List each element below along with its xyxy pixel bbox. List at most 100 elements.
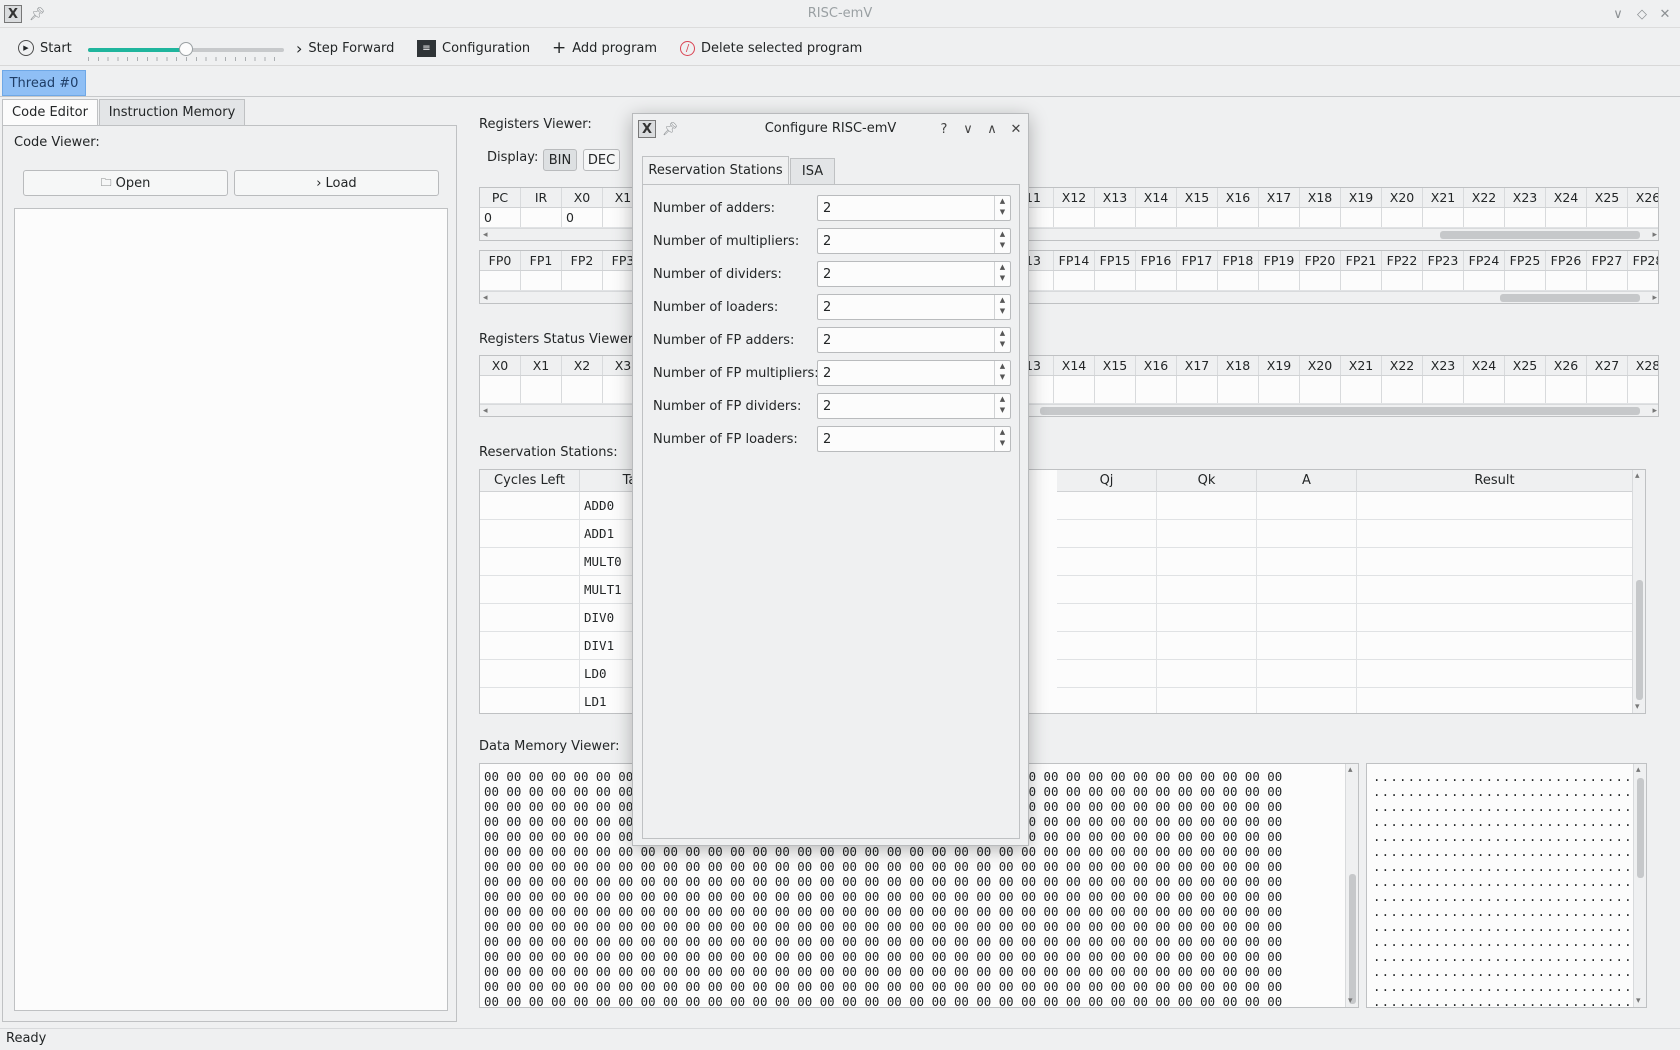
open-button[interactable]: 🗀︎ Open bbox=[23, 170, 228, 196]
display-label: Display: bbox=[487, 150, 539, 165]
spin-arrows-icon[interactable]: ▲ ▼ bbox=[994, 427, 1010, 451]
speed-slider[interactable] bbox=[88, 40, 284, 62]
config-field-label: Number of FP loaders: bbox=[653, 432, 798, 447]
rs-cell bbox=[1057, 548, 1157, 576]
rs-scrollbar[interactable]: ▴ ▾ bbox=[1632, 470, 1645, 713]
rs-cell bbox=[480, 632, 580, 660]
load-button[interactable]: › Load bbox=[234, 170, 439, 196]
config-spinbox[interactable]: 2 ▲ ▼ bbox=[817, 195, 1011, 221]
register-header: FP21 bbox=[1341, 251, 1382, 270]
start-button[interactable]: ▶ Start bbox=[18, 38, 72, 58]
spin-arrows-icon[interactable]: ▲ ▼ bbox=[994, 295, 1010, 319]
register-header: X17 bbox=[1259, 188, 1300, 207]
register-header: X13 bbox=[1095, 188, 1136, 207]
close-icon[interactable]: ✕ bbox=[1656, 5, 1674, 23]
tab-code-editor[interactable]: Code Editor bbox=[2, 99, 98, 125]
maximize-icon[interactable]: ∧ bbox=[983, 120, 1001, 138]
code-viewer-textarea[interactable] bbox=[14, 208, 448, 1011]
register-cell bbox=[521, 271, 562, 290]
config-spinbox[interactable]: 2 ▲ ▼ bbox=[817, 228, 1011, 254]
rs-cell bbox=[1357, 688, 1633, 713]
register-header: X1 bbox=[521, 356, 562, 375]
spin-arrows-icon[interactable]: ▲ ▼ bbox=[994, 262, 1010, 286]
rs-cell bbox=[1057, 632, 1157, 660]
register-cell bbox=[1259, 271, 1300, 290]
register-header: FP2 bbox=[562, 251, 603, 270]
register-header: X26 bbox=[1628, 188, 1658, 207]
col-qj: Qj bbox=[1057, 470, 1157, 492]
register-header: X20 bbox=[1300, 356, 1341, 375]
display-bin-button[interactable]: BIN bbox=[543, 149, 577, 171]
register-cell bbox=[1546, 376, 1587, 403]
register-header: FP28 bbox=[1628, 251, 1658, 270]
data-memory-ascii[interactable]: ................................ .......… bbox=[1366, 763, 1647, 1008]
tab-thread-0[interactable]: Thread #0 bbox=[2, 70, 86, 96]
register-header: FP25 bbox=[1505, 251, 1546, 270]
config-spinbox[interactable]: 2 ▲ ▼ bbox=[817, 327, 1011, 353]
register-header: FP20 bbox=[1300, 251, 1341, 270]
register-header: X15 bbox=[1177, 188, 1218, 207]
slider-handle[interactable] bbox=[179, 42, 193, 56]
delete-icon: / bbox=[680, 40, 695, 56]
config-field-row: Number of FP loaders: 2 ▲ ▼ bbox=[653, 426, 1015, 454]
spin-arrows-icon[interactable]: ▲ ▼ bbox=[994, 328, 1010, 352]
spin-arrows-icon[interactable]: ▲ ▼ bbox=[994, 394, 1010, 418]
config-spinbox[interactable]: 2 ▲ ▼ bbox=[817, 360, 1011, 386]
register-cell bbox=[1136, 271, 1177, 290]
register-header: X21 bbox=[1423, 188, 1464, 207]
config-spinbox-value: 2 bbox=[823, 333, 832, 348]
toolbar: ▶ Start › Step Forward ≡ Configuration +… bbox=[0, 30, 1680, 66]
register-header: X0 bbox=[480, 356, 521, 375]
register-cell bbox=[1095, 208, 1136, 227]
config-field-label: Number of FP multipliers: bbox=[653, 366, 819, 381]
register-header: FP22 bbox=[1382, 251, 1423, 270]
register-header: X22 bbox=[1382, 356, 1423, 375]
tab-instruction-memory[interactable]: Instruction Memory bbox=[99, 99, 245, 125]
registers-status-label: Registers Status Viewer: bbox=[479, 332, 638, 347]
col-qk: Qk bbox=[1157, 470, 1257, 492]
register-cell bbox=[1382, 208, 1423, 227]
status-bar: Ready bbox=[0, 1028, 1680, 1050]
minimize-icon[interactable]: ∨ bbox=[959, 120, 977, 138]
col-cycles-left: Cycles Left bbox=[480, 470, 580, 492]
display-dec-button[interactable]: DEC bbox=[583, 149, 620, 171]
register-header: X27 bbox=[1587, 356, 1628, 375]
register-cell bbox=[1587, 271, 1628, 290]
config-spinbox[interactable]: 2 ▲ ▼ bbox=[817, 261, 1011, 287]
rs-cell bbox=[1057, 688, 1157, 713]
register-header: FP1 bbox=[521, 251, 562, 270]
rs-cell bbox=[1257, 688, 1357, 713]
config-spinbox[interactable]: 2 ▲ ▼ bbox=[817, 426, 1011, 452]
tab-isa[interactable]: ISA bbox=[790, 158, 835, 184]
spin-arrows-icon[interactable]: ▲ ▼ bbox=[994, 361, 1010, 385]
register-header: FP23 bbox=[1423, 251, 1464, 270]
configuration-button[interactable]: ≡ Configuration bbox=[417, 38, 530, 58]
register-cell bbox=[1382, 271, 1423, 290]
register-cell bbox=[1341, 208, 1382, 227]
close-icon[interactable]: ✕ bbox=[1007, 120, 1025, 138]
step-forward-button[interactable]: › Step Forward bbox=[296, 38, 394, 58]
rs-cell bbox=[1357, 632, 1633, 660]
register-header: X22 bbox=[1464, 188, 1505, 207]
register-cell bbox=[1095, 376, 1136, 403]
help-icon[interactable]: ? bbox=[935, 120, 953, 138]
register-cell bbox=[1423, 376, 1464, 403]
spin-arrows-icon[interactable]: ▲ ▼ bbox=[994, 229, 1010, 253]
load-label: Load bbox=[325, 175, 357, 191]
config-spinbox[interactable]: 2 ▲ ▼ bbox=[817, 294, 1011, 320]
config-field-label: Number of adders: bbox=[653, 201, 775, 216]
register-cell bbox=[1054, 271, 1095, 290]
register-cell bbox=[1218, 271, 1259, 290]
config-spinbox[interactable]: 2 ▲ ▼ bbox=[817, 393, 1011, 419]
maximize-icon[interactable]: ◇ bbox=[1633, 5, 1651, 23]
minimize-icon[interactable]: ∨ bbox=[1609, 5, 1627, 23]
rs-cell bbox=[480, 548, 580, 576]
tab-reservation-stations[interactable]: Reservation Stations bbox=[642, 156, 789, 184]
config-spinbox-value: 2 bbox=[823, 201, 832, 216]
add-program-button[interactable]: + Add program bbox=[552, 38, 657, 58]
delete-program-button[interactable]: / Delete selected program bbox=[680, 38, 862, 58]
register-cell bbox=[1177, 271, 1218, 290]
spin-arrows-icon[interactable]: ▲ ▼ bbox=[994, 196, 1010, 220]
register-header: X25 bbox=[1587, 188, 1628, 207]
rs-tag: MULT1 bbox=[584, 582, 622, 597]
